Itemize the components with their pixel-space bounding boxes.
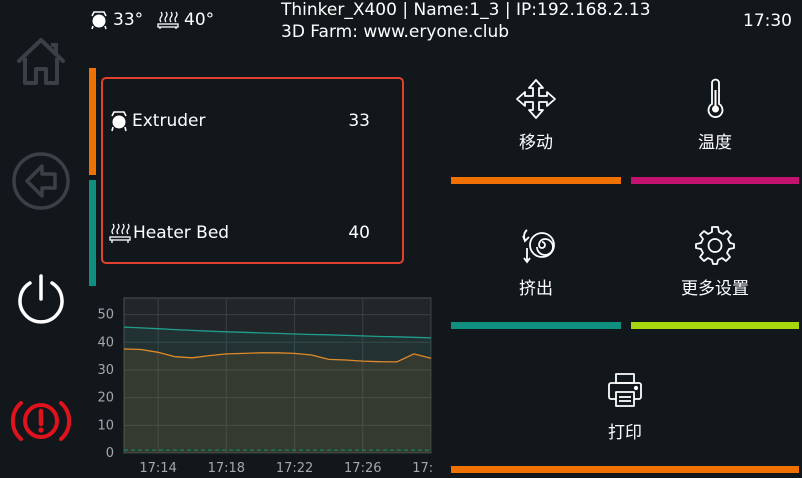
back-arrow-icon: [12, 152, 70, 210]
gear-icon: [695, 226, 735, 265]
printer-info: Thinker_X400 | Name:1_3 | IP:192.168.2.1…: [281, 0, 651, 20]
move-accent-bar: [451, 177, 621, 184]
heated-bed-icon: [157, 11, 179, 29]
temperature-accent-bar: [631, 177, 799, 184]
more-settings-button[interactable]: 更多设置: [631, 224, 799, 299]
move-arrows-icon: [516, 79, 556, 119]
home-icon: [17, 38, 65, 85]
y-tick-label: 30: [97, 363, 114, 378]
bed-temp-readout: 40°: [184, 10, 215, 30]
heater-temp-value: 40: [348, 223, 370, 243]
home-button[interactable]: [10, 30, 72, 92]
clock: 17:30: [743, 11, 792, 31]
series-area: [124, 348, 431, 453]
back-button[interactable]: [10, 150, 72, 212]
extruder-icon: [91, 11, 107, 30]
extrude-accent-bar: [451, 322, 621, 329]
print-button[interactable]: 打印: [452, 370, 798, 443]
y-tick-label: 40: [97, 335, 114, 350]
extruder-temp-readout: 33°: [113, 10, 144, 30]
heater-bed-row[interactable]: Heater Bed 40: [109, 220, 392, 246]
extruder-accent-bar: [89, 68, 96, 175]
extrude-spiral-icon: [522, 229, 555, 264]
farm-info: 3D Farm: www.eryone.club: [281, 22, 510, 42]
heated-bed-icon: [109, 223, 131, 243]
x-tick-label: 17:18: [208, 461, 245, 476]
y-tick-label: 20: [97, 391, 114, 406]
emergency-alert-icon: [11, 401, 71, 441]
power-button[interactable]: [10, 268, 72, 330]
extruder-row[interactable]: Extruder 33: [109, 108, 392, 134]
temperature-panel: Extruder 33 Heater Bed 40: [101, 77, 404, 264]
power-icon: [18, 274, 64, 324]
temperature-button[interactable]: 温度: [631, 78, 799, 153]
heater-name: Heater Bed: [133, 223, 230, 243]
heater-temp-value: 33: [348, 111, 370, 131]
extruder-status: 33°: [89, 10, 143, 30]
temperature-chart: 0 10 20 30 40 50 17:14 17:18 17:22 17:26 17:30: [89, 296, 433, 478]
extruder-icon: [111, 111, 127, 132]
bed-status: 40°: [157, 10, 214, 30]
x-tick-label: 17:26: [344, 461, 381, 476]
x-tick-label: 17:30: [412, 461, 433, 476]
menu-label: 更多设置: [681, 279, 749, 299]
printer-icon: [608, 373, 642, 407]
menu-label: 温度: [698, 133, 732, 153]
emergency-stop-button[interactable]: [10, 390, 72, 452]
x-tick-label: 17:22: [276, 461, 313, 476]
bed-accent-bar: [89, 180, 96, 286]
y-tick-label: 10: [97, 418, 114, 433]
y-tick-label: 50: [97, 308, 114, 323]
move-button[interactable]: 移动: [452, 78, 620, 153]
x-tick-label: 17:14: [139, 461, 176, 476]
heater-name: Extruder: [132, 111, 206, 131]
y-tick-label: 0: [106, 446, 114, 461]
print-accent-bar: [451, 466, 799, 473]
extrude-button[interactable]: 挤出: [452, 224, 620, 299]
more-settings-accent-bar: [631, 322, 799, 329]
thermometer-icon: [707, 78, 724, 118]
menu-label: 挤出: [519, 279, 553, 299]
menu-label: 移动: [519, 133, 553, 153]
menu-label: 打印: [608, 423, 642, 443]
